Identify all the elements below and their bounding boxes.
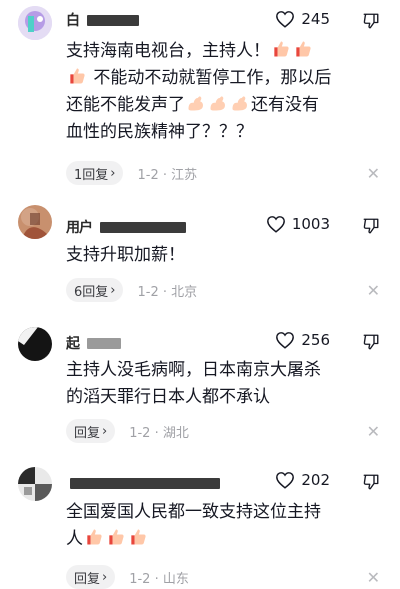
chevron-right-icon: › bbox=[102, 569, 108, 585]
thumbs-down-outline-icon bbox=[363, 334, 379, 350]
comment-line: 主持人没毛病啊，日本南京大屠杀 bbox=[66, 360, 321, 380]
like-count: 245 bbox=[301, 10, 330, 28]
close-icon[interactable]: ✕ bbox=[367, 164, 380, 183]
comment-item: 用户 1003 支持升职加薪！ 6回复 › 1-2 · 北京 ✕ bbox=[0, 195, 400, 315]
username[interactable]: 起 bbox=[66, 333, 122, 353]
username-text: 白 bbox=[66, 13, 83, 29]
username-mask bbox=[87, 337, 122, 349]
reply-button[interactable]: 6回复 › bbox=[66, 278, 124, 302]
dislike-button[interactable] bbox=[362, 473, 380, 495]
comment-line: 不能动不动就暂停工作，那以后 bbox=[88, 68, 332, 88]
comment-line: 人 bbox=[66, 529, 83, 549]
username[interactable] bbox=[66, 475, 220, 491]
username-text: 起 bbox=[66, 336, 80, 352]
comment-text: 支持海南电视台，主持人！ 不能动不动就暂停工作，那以后 还能不能发声了 还有没有 … bbox=[66, 38, 366, 146]
thumbs-up-emoji-icon bbox=[70, 68, 85, 84]
comment-text: 支持升职加薪！ bbox=[66, 242, 366, 269]
avatar-image-icon bbox=[18, 467, 52, 501]
comment-location: 江苏 bbox=[171, 167, 198, 183]
thumbs-up-emoji-icon bbox=[131, 529, 146, 545]
reply-label: 回复 bbox=[74, 425, 101, 441]
username-mask bbox=[86, 14, 139, 26]
thumbs-up-emoji-icon bbox=[296, 41, 311, 57]
comment-line: 支持升职加薪！ bbox=[66, 245, 185, 265]
avatar[interactable] bbox=[18, 327, 52, 361]
comment-list: 白 245 支持海南电视台，主持人！ 不能动不动就暂停工作，那以后 还能不能发声… bbox=[0, 0, 400, 589]
comment-time: 1-2 · 江苏 bbox=[137, 167, 198, 183]
like-count: 1003 bbox=[291, 215, 330, 233]
comment-line: 支持海南电视台，主持人！ bbox=[66, 41, 270, 61]
thumbs-up-emoji-icon bbox=[109, 529, 124, 545]
flexed-biceps-emoji-icon bbox=[188, 96, 203, 111]
reply-button[interactable]: 1回复 › bbox=[66, 161, 124, 185]
comment-meta: 6回复 › 1-2 · 北京 bbox=[66, 278, 197, 302]
close-icon[interactable]: ✕ bbox=[367, 422, 380, 441]
reply-button[interactable]: 回复 › bbox=[66, 419, 116, 443]
chevron-right-icon: › bbox=[102, 423, 108, 439]
username[interactable]: 白 bbox=[66, 10, 139, 30]
comment-meta: 1回复 › 1-2 · 江苏 bbox=[66, 161, 197, 185]
dislike-button[interactable] bbox=[362, 12, 380, 34]
username-text: 用户 bbox=[66, 220, 93, 236]
avatar[interactable] bbox=[18, 6, 52, 40]
like-button[interactable]: 245 bbox=[275, 10, 330, 28]
reply-label: 6回复 bbox=[74, 284, 109, 300]
username[interactable]: 用户 bbox=[66, 217, 187, 237]
username-mask bbox=[100, 221, 187, 233]
comment-meta: 回复 › 1-2 · 湖北 bbox=[66, 419, 189, 443]
comment-time: 1-2 · 山东 bbox=[129, 571, 189, 587]
like-button[interactable]: 1003 bbox=[266, 215, 330, 233]
avatar[interactable] bbox=[18, 467, 52, 501]
avatar-image-icon bbox=[18, 6, 52, 40]
close-icon[interactable]: ✕ bbox=[367, 568, 380, 587]
comment-meta: 回复 › 1-2 · 山东 bbox=[66, 565, 189, 589]
comment-time: 1-2 · 北京 bbox=[137, 284, 198, 300]
heart-outline-icon bbox=[276, 11, 295, 28]
comment-item: 起 256 主持人没毛病啊，日本南京大屠杀 的滔天罪行日本人都不承认 回复 › 1… bbox=[0, 315, 400, 455]
chevron-right-icon: › bbox=[110, 282, 116, 298]
comment-location: 北京 bbox=[171, 284, 198, 300]
heart-outline-icon bbox=[276, 472, 295, 489]
comment-item: 白 245 支持海南电视台，主持人！ 不能动不动就暂停工作，那以后 还能不能发声… bbox=[0, 0, 400, 195]
avatar-image-icon bbox=[18, 205, 52, 239]
comment-line: 还能不能发声了 bbox=[66, 95, 185, 115]
flexed-biceps-emoji-icon bbox=[232, 96, 247, 111]
comment-text: 全国爱国人民都一致支持这位主持 人 bbox=[66, 499, 366, 553]
reply-button[interactable]: 回复 › bbox=[66, 565, 116, 589]
username-mask bbox=[70, 477, 220, 489]
thumbs-up-emoji-icon bbox=[274, 41, 289, 57]
dislike-button[interactable] bbox=[362, 333, 380, 355]
like-count: 256 bbox=[301, 331, 330, 349]
comment-line: 全国爱国人民都一致支持这位主持 bbox=[66, 502, 321, 522]
comment-line: 血性的民族精神了？？？ bbox=[66, 122, 253, 142]
comment-item: 202 全国爱国人民都一致支持这位主持 人 回复 › 1-2 · 山东 ✕ bbox=[0, 455, 400, 589]
chevron-right-icon: › bbox=[110, 165, 116, 181]
thumbs-down-outline-icon bbox=[363, 13, 379, 29]
like-button[interactable]: 256 bbox=[275, 331, 330, 349]
avatar-image-icon bbox=[18, 327, 52, 361]
like-button[interactable]: 202 bbox=[275, 471, 330, 489]
comment-line: 还有没有 bbox=[251, 95, 319, 115]
close-icon[interactable]: ✕ bbox=[367, 281, 380, 300]
comment-text: 主持人没毛病啊，日本南京大屠杀 的滔天罪行日本人都不承认 bbox=[66, 357, 366, 411]
avatar[interactable] bbox=[18, 205, 52, 239]
dislike-button[interactable] bbox=[362, 217, 380, 239]
comment-time: 1-2 · 湖北 bbox=[129, 425, 189, 441]
comment-location: 山东 bbox=[162, 571, 189, 587]
thumbs-down-outline-icon bbox=[363, 218, 379, 234]
like-count: 202 bbox=[301, 471, 330, 489]
thumbs-up-emoji-icon bbox=[87, 529, 102, 545]
flexed-biceps-emoji-icon bbox=[210, 96, 225, 111]
comment-line: 的滔天罪行日本人都不承认 bbox=[66, 387, 270, 407]
reply-label: 1回复 bbox=[74, 167, 109, 183]
reply-label: 回复 bbox=[74, 571, 101, 587]
heart-outline-icon bbox=[276, 332, 295, 349]
thumbs-down-outline-icon bbox=[363, 474, 379, 490]
heart-outline-icon bbox=[266, 216, 285, 233]
comment-location: 湖北 bbox=[162, 425, 189, 441]
